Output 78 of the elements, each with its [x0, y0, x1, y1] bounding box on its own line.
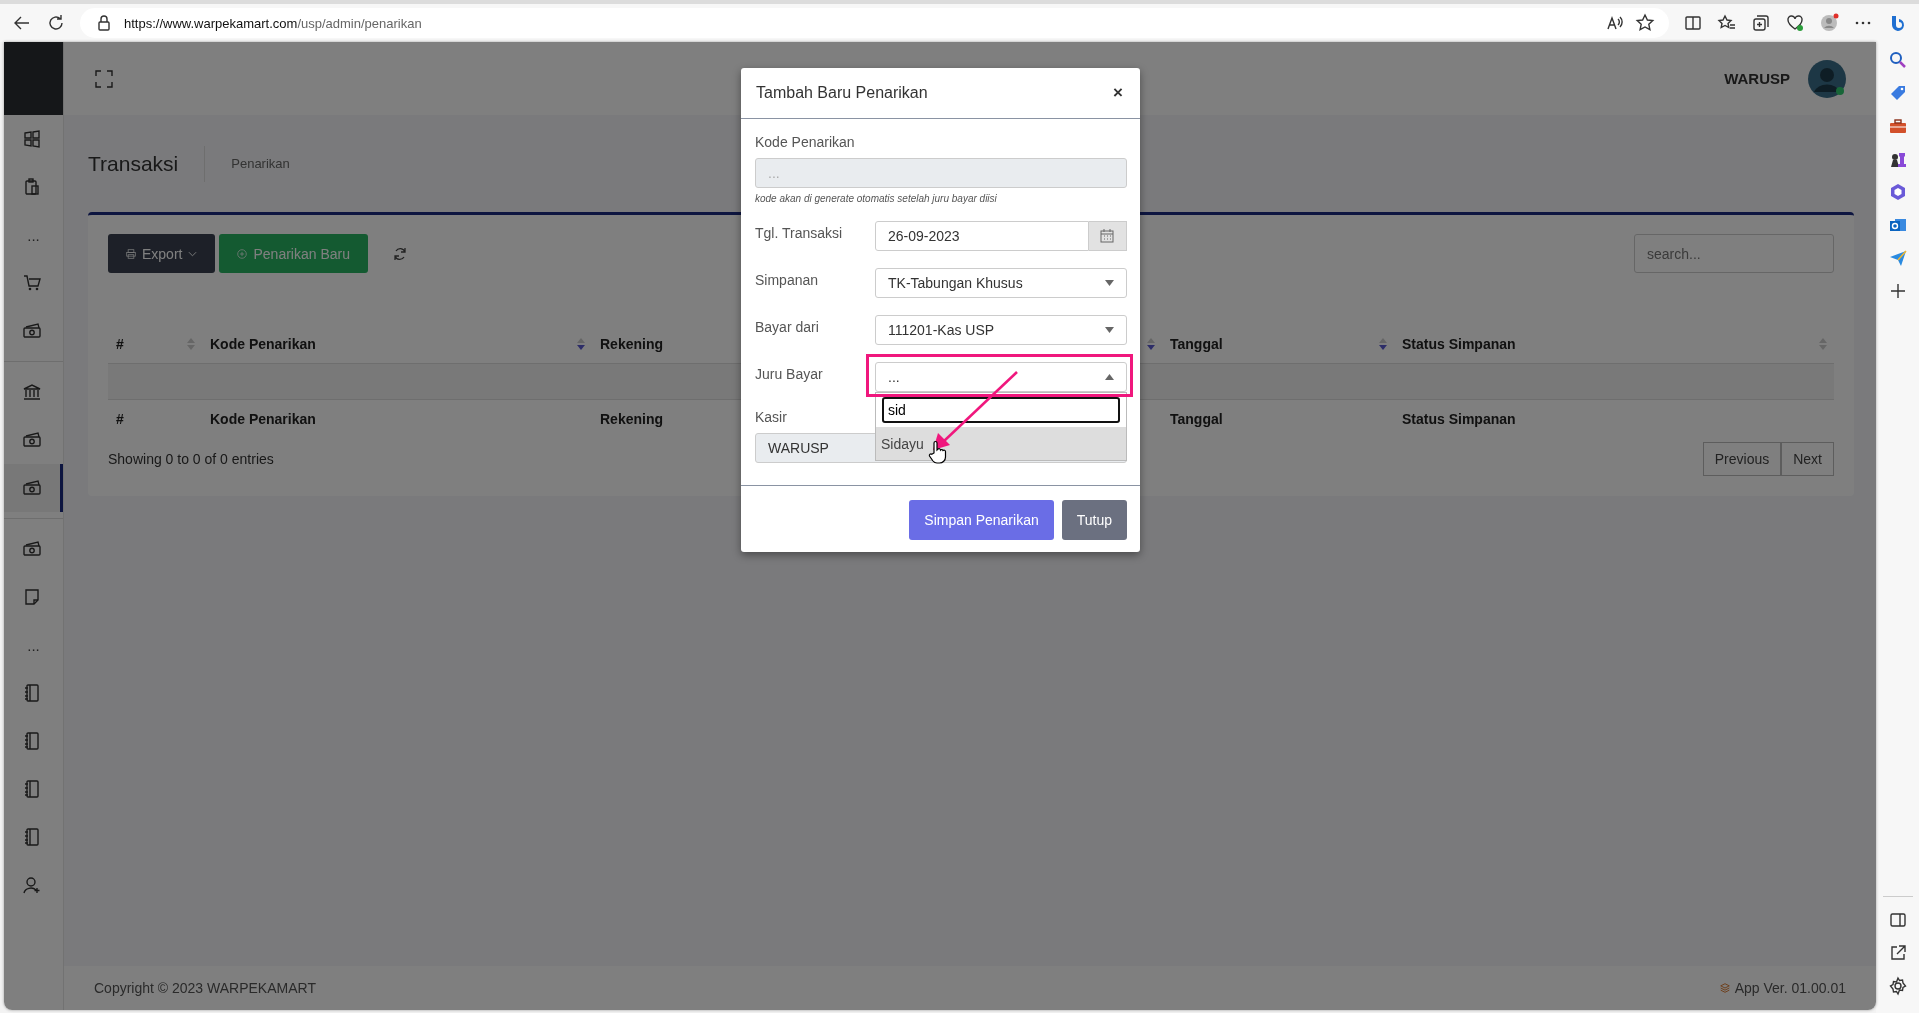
split-screen-icon[interactable]: [1683, 13, 1703, 33]
column-footer: Rekening: [600, 411, 663, 427]
cash-icon: [22, 478, 42, 498]
page-button[interactable]: Next: [1781, 442, 1834, 476]
select-field[interactable]: ...: [875, 362, 1127, 392]
cash-icon: [22, 430, 42, 450]
close-button[interactable]: ×: [1111, 83, 1125, 103]
close-button[interactable]: Tutup: [1061, 500, 1127, 540]
sidebar-item[interactable]: [4, 464, 63, 512]
cash-icon: [22, 321, 42, 341]
sort-icon[interactable]: [576, 337, 586, 351]
star-icon[interactable]: [1635, 13, 1655, 33]
fullscreen-icon[interactable]: [94, 68, 114, 89]
page-title: Transaksi: [88, 145, 206, 182]
version-text: App Ver. 01.00.01: [1734, 980, 1846, 996]
note-icon: [22, 587, 42, 607]
dropdown-option[interactable]: Sidayu: [876, 427, 1126, 460]
column-header[interactable]: Status Simpanan: [1402, 336, 1516, 352]
column-header[interactable]: Tanggal: [1170, 336, 1223, 352]
field-label: Kasir: [755, 409, 787, 425]
sort-icon[interactable]: [1146, 337, 1156, 351]
select-field[interactable]: TK-Tabungan Khusus: [875, 268, 1127, 298]
entries-info: Showing 0 to 0 of 0 entries: [108, 451, 274, 467]
user-name[interactable]: WARUSP: [1724, 70, 1790, 87]
search-icon[interactable]: [1887, 50, 1908, 70]
page-button[interactable]: Previous: [1702, 442, 1782, 476]
column-header[interactable]: Rekening: [600, 336, 663, 352]
search-field[interactable]: search...: [1634, 234, 1834, 273]
breadcrumb-item[interactable]: Penarikan: [231, 156, 290, 171]
sort-icon[interactable]: [1378, 337, 1388, 351]
url-text: https://www.warpekamart.com/usp/admin/penarikan: [124, 15, 423, 31]
select-field[interactable]: 111201-Kas USP: [875, 315, 1127, 345]
help-text: kode akan di generate otomatis setelah juru bayar diisi: [755, 193, 997, 204]
user-add-icon: [22, 875, 42, 895]
column-footer: Tanggal: [1170, 411, 1223, 427]
column-footer: Kode Penarikan: [210, 411, 316, 427]
caret-down-icon: [1105, 280, 1114, 286]
avatar-icon[interactable]: [1808, 59, 1846, 98]
chevron-down-icon: [188, 250, 198, 257]
field-label: Juru Bayar: [755, 365, 824, 382]
notebook-icon: [22, 779, 42, 799]
section-ellipsis: ...: [26, 635, 41, 656]
column-header[interactable]: Kode Penarikan: [210, 336, 316, 352]
field-label: Kode Penarikan: [755, 134, 855, 150]
dropdown-search-field[interactable]: sid: [882, 397, 1120, 423]
column-footer: Status Simpanan: [1402, 411, 1516, 427]
section-ellipsis: ...: [26, 225, 41, 246]
date-field[interactable]: 26-09-2023: [875, 221, 1089, 251]
heart-pulse-icon[interactable]: [1785, 13, 1805, 33]
column-footer: #: [116, 411, 124, 427]
refresh-icon[interactable]: [46, 13, 66, 33]
clipboard-icon: [22, 177, 42, 197]
save-button[interactable]: Simpan Penarikan: [909, 500, 1054, 540]
field-label: Simpanan: [755, 271, 820, 288]
printer-icon: [126, 246, 136, 261]
field-label: Tgl. Transaksi: [755, 224, 844, 241]
cash-icon: [22, 539, 42, 559]
notebook-icon: [22, 683, 42, 703]
bank-icon: [22, 382, 42, 402]
export-button[interactable]: Export: [108, 234, 216, 273]
notebook-icon: [22, 731, 42, 751]
caret-down-icon: [1105, 327, 1114, 333]
toolbox-icon[interactable]: [1887, 116, 1908, 136]
address-field[interactable]: https://www.warpekamart.com/usp/admin/penarikan: [80, 8, 1669, 38]
windows-icon: [22, 129, 42, 149]
column-header[interactable]: #: [116, 336, 124, 352]
layers-icon: [1719, 981, 1730, 995]
profile-icon[interactable]: [1819, 13, 1839, 33]
notebook-icon: [22, 827, 42, 847]
field-label: Bayar dari: [755, 318, 820, 335]
cart-icon: [22, 273, 42, 293]
sidebar-panel-icon[interactable]: [1887, 910, 1908, 930]
plus-circle-icon: [237, 246, 248, 261]
collections-icon[interactable]: [1751, 13, 1771, 33]
caret-up-icon: [1105, 374, 1114, 380]
copyright-text: Copyright © 2023 WARPEKAMART: [94, 980, 316, 996]
settings-icon[interactable]: [1887, 976, 1908, 996]
dialog-title: Tambah Baru Penarikan: [756, 84, 928, 102]
